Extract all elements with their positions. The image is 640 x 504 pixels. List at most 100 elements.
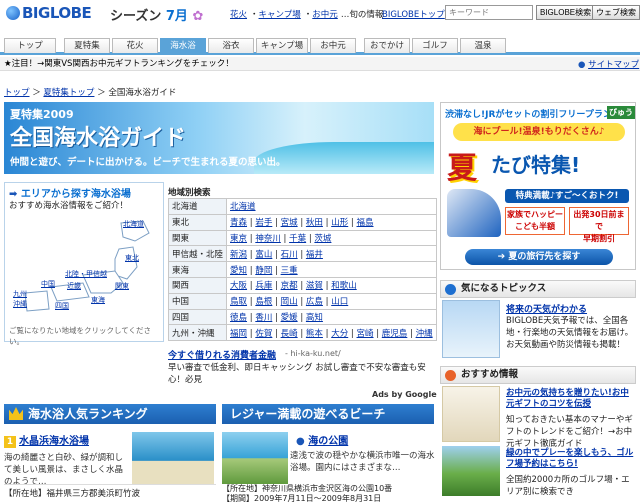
region-kanto[interactable]: 関東 [115, 281, 129, 291]
arrow-icon: ● [578, 60, 586, 70]
prefecture-link[interactable]: 岡山 [281, 297, 298, 307]
biglobe-top-link[interactable]: BIGLOBEトップ [382, 8, 445, 20]
region-okinawa[interactable]: 沖縄 [13, 299, 27, 309]
prefecture-link[interactable]: 広島 [306, 297, 323, 307]
area-map-panel: ➡ エリアから探す海水浴場 おすすめ海水浴情報をご紹介！ 北海道 東北 北陸・甲… [4, 182, 164, 346]
region-kinki[interactable]: 近畿 [67, 281, 81, 291]
prefecture-link[interactable]: 山口 [331, 297, 348, 307]
sep: | [297, 297, 306, 308]
sep: | [322, 281, 332, 292]
prefecture-link[interactable]: 三重 [281, 266, 298, 276]
beach-photo[interactable] [132, 432, 214, 484]
prefecture-link[interactable]: 滋賀 [306, 281, 323, 291]
ad-url: - hi-ka-ku.net/ [285, 349, 341, 358]
prefecture-link[interactable]: 愛媛 [281, 313, 298, 323]
prefecture-link[interactable]: 福岡 [230, 329, 247, 339]
prefecture-link[interactable]: 宮崎 [357, 329, 374, 339]
breadcrumb-home[interactable]: トップ [4, 88, 30, 98]
ranking-item-1[interactable]: 1 水晶浜海水浴場 [4, 432, 89, 448]
prefecture-link[interactable]: 大阪 [230, 281, 247, 291]
biglobe-logo[interactable]: BIGLOBE [6, 4, 92, 22]
prefecture-link[interactable]: 和歌山 [331, 281, 357, 291]
prefecture-link[interactable]: 長崎 [281, 329, 298, 339]
ad-link[interactable]: 今すぐ借りれる消費者金融 [168, 348, 276, 361]
prefecture-link[interactable]: 新潟 [230, 250, 247, 260]
tab-top[interactable]: トップ [4, 38, 56, 53]
prefecture-link[interactable]: 徳島 [230, 313, 247, 323]
tab-summer[interactable]: 夏特集 [64, 38, 110, 53]
prefecture-link[interactable]: 愛知 [230, 266, 247, 276]
tab-camp[interactable]: キャンプ場 [256, 38, 308, 53]
prefecture-link[interactable]: 香川 [255, 313, 272, 323]
prefecture-link[interactable]: 鹿児島 [382, 329, 408, 339]
prefecture-link[interactable]: 鳥取 [230, 297, 247, 307]
prefecture-link[interactable]: 青森 [230, 218, 247, 228]
golf-image[interactable] [442, 446, 500, 496]
topic-title[interactable]: 将来の天気がわかる [506, 302, 587, 315]
park-link[interactable]: 海の公園 [308, 436, 348, 447]
region-row: 東北 青森 | 岩手 | 宮城 | 秋田 | 山形 | 福島 [167, 213, 437, 231]
map-title: ➡ エリアから探す海水浴場 [9, 185, 131, 200]
prefecture-link[interactable]: 神奈川 [255, 234, 281, 244]
search-input[interactable] [445, 5, 533, 20]
prefecture-link[interactable]: 東京 [230, 234, 247, 244]
region-hokuriku[interactable]: 北陸・甲信越 [65, 269, 107, 279]
tab-yukata[interactable]: 浴衣 [208, 38, 254, 53]
tab-hanabi[interactable]: 花火 [112, 38, 158, 53]
breadcrumb-parent[interactable]: 夏特集トップ [43, 88, 94, 98]
sep: | [272, 312, 281, 323]
prefecture-link[interactable]: 千葉 [289, 234, 306, 244]
tab-onsen[interactable]: 温泉 [460, 38, 506, 53]
prefecture-link[interactable]: 石川 [281, 250, 298, 260]
region-kyushu[interactable]: 九州 [13, 289, 27, 299]
prefecture-link[interactable]: 兵庫 [255, 281, 272, 291]
prefecture-link[interactable]: 島根 [255, 297, 272, 307]
prefecture-link[interactable]: 山形 [331, 218, 348, 228]
prefecture-link[interactable]: 大分 [331, 329, 348, 339]
prefecture-link[interactable]: 富山 [255, 250, 272, 260]
weather-map-image[interactable] [442, 300, 500, 358]
prefecture-link[interactable]: 熊本 [306, 329, 323, 339]
prefecture-link[interactable]: 茨城 [314, 234, 331, 244]
header-link-hanabi[interactable]: 花火 [230, 10, 247, 20]
tab-kaisuiyoku[interactable]: 海水浴 [160, 38, 206, 53]
region-tokai[interactable]: 東海 [91, 295, 105, 305]
prefecture-link[interactable]: 宮城 [281, 218, 298, 228]
web-search-button[interactable]: ウェブ検索 [592, 5, 640, 20]
prefecture-link[interactable]: 高知 [306, 313, 323, 323]
header-link-camp[interactable]: キャンプ場 [259, 10, 301, 20]
prefecture-link[interactable]: 秋田 [306, 218, 323, 228]
sitemap-label[interactable]: サイトマップ [588, 60, 639, 70]
sitemap-link[interactable]: ● サイトマップ [578, 58, 639, 70]
region-hokkaido[interactable]: 北海道 [123, 219, 144, 229]
prefecture-link[interactable]: 静岡 [255, 266, 272, 276]
sep: | [348, 328, 357, 339]
prefecture-link[interactable]: 岩手 [255, 218, 272, 228]
biglobe-search-button[interactable]: BIGLOBE検索 [536, 5, 596, 20]
park-photo[interactable] [222, 432, 288, 484]
prefecture-link[interactable]: 北海道 [230, 202, 256, 212]
tab-golf[interactable]: ゴルフ [412, 38, 458, 53]
region-chugoku[interactable]: 中国 [41, 279, 55, 289]
recommend-heading-text: おすすめ情報 [461, 369, 519, 380]
ads-by-google[interactable]: Ads by Google [372, 390, 437, 399]
prefecture-link[interactable]: 京都 [281, 281, 298, 291]
prefecture-link[interactable]: 福島 [357, 218, 374, 228]
gift-image[interactable] [442, 386, 500, 442]
recommend-item1-title[interactable]: お中元の気持ちを贈りたい!お中元ギフトのコツを伝授 [506, 388, 636, 410]
ranking-item-name[interactable]: 水晶浜海水浴場 [19, 436, 89, 447]
prefecture-link[interactable]: 沖縄 [416, 329, 433, 339]
tab-odekake[interactable]: おでかけ [364, 38, 410, 53]
recommend-item2-title[interactable]: 緑の中でプレーを楽しもう、ゴルフ場予約はこちら! [506, 448, 636, 470]
header-link-ochugen[interactable]: お中元 [312, 10, 338, 20]
notice-link[interactable]: ★注目！→関東VS関西お中元ギフトランキングをチェック！ [4, 59, 234, 69]
prefecture-link[interactable]: 福井 [306, 250, 323, 260]
tab-ochugen[interactable]: お中元 [310, 38, 356, 53]
park-title[interactable]: ● 海の公園 [296, 432, 348, 447]
prefecture-link[interactable]: 佐賀 [255, 329, 272, 339]
region-shikoku[interactable]: 四国 [55, 301, 69, 311]
train-icon [447, 189, 501, 237]
jr-travel-banner[interactable]: 渋滞なし!JRがセットの割引フリープラン びゅう 海にプール!温泉!もりだくさん… [440, 102, 636, 270]
find-destination-button[interactable]: ➔ 夏の旅行先を探す [465, 249, 613, 265]
region-tohoku[interactable]: 東北 [125, 253, 139, 263]
